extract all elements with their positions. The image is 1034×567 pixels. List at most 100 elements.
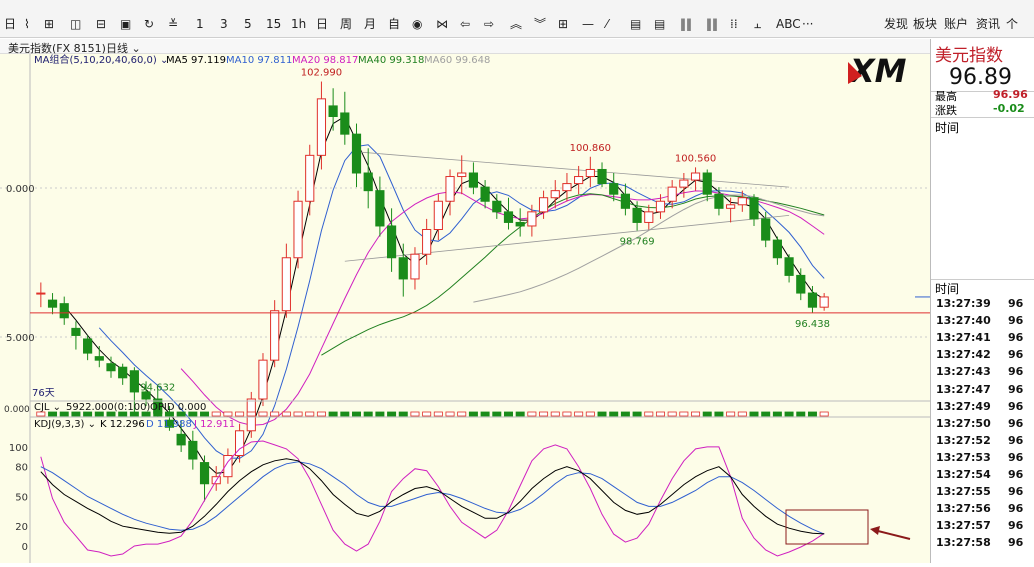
candle-body (644, 211, 654, 223)
candle-body (410, 253, 420, 280)
period-1h[interactable]: 1h (291, 17, 306, 31)
tick-time: 13:27:56 (936, 502, 991, 516)
toolbar-icon-1[interactable]: 日 (4, 17, 16, 31)
tick-value: 96 (1008, 331, 1024, 345)
chart-line-icon[interactable]: ⌇ (24, 17, 30, 31)
eye-icon[interactable]: ◉ (412, 17, 422, 31)
candle-body (305, 154, 315, 202)
volume-bar (188, 411, 198, 417)
menu-more[interactable]: 个 (1006, 17, 1018, 31)
candle-body (807, 292, 818, 308)
period-custom[interactable]: 自 (388, 17, 400, 31)
candle-body (106, 363, 116, 372)
tick-time: 13:27:39 (936, 297, 991, 310)
volume-bar (445, 411, 455, 417)
volume-bar (200, 411, 210, 417)
tick-value: 96 (1008, 382, 1024, 396)
period-3[interactable]: 3 (220, 17, 228, 31)
menu-sectors[interactable]: 板块 (913, 17, 937, 31)
arrow-left-icon[interactable]: ⇦ (460, 17, 470, 31)
arrow-right-icon[interactable]: ⇨ (484, 17, 494, 31)
chart-area[interactable]: 0.000 5.000 102.990 100.860 100.560 98.769 94.… (0, 52, 930, 563)
candle-body (667, 186, 677, 202)
menu-news[interactable]: 资讯 (976, 17, 1000, 31)
kdj-legend-name: KDJ(9,3,3) ⌄ (34, 419, 96, 430)
period-5[interactable]: 5 (244, 17, 252, 31)
candle-body (129, 370, 139, 393)
abc-button[interactable]: ABC (776, 17, 801, 31)
bars2-icon[interactable]: ‖‖ (706, 17, 718, 31)
candle-body (655, 200, 666, 213)
candle-body (36, 292, 46, 295)
candle-body (270, 310, 280, 361)
candle-body (94, 356, 104, 361)
box-icon[interactable]: ▤ (630, 17, 641, 31)
period-month[interactable]: 月 (364, 17, 376, 31)
kdj-tick: 0 (22, 542, 28, 553)
toolbar: 日 ⌇ ⊞ ◫ ⊟ ▣ ↻ ≚ 1 3 5 15 1h 日 周 月 自 ◉ ⋈ … (0, 0, 1034, 38)
tick-value: 96 (1008, 536, 1024, 550)
candle-body (737, 197, 747, 206)
tick-value: 96 (1008, 365, 1024, 379)
tick-value: 96 (1008, 297, 1024, 310)
chevron-up-icon[interactable]: ︽ (510, 17, 522, 31)
vol-legend-name: CJL ⌄ (34, 402, 61, 413)
more-button[interactable]: ··· (802, 17, 813, 31)
volume-icon[interactable]: ⫠ (754, 17, 761, 31)
volume-bar (772, 411, 782, 417)
candle-body (188, 440, 198, 460)
hline-icon[interactable]: — (582, 17, 594, 31)
tick-time: 13:27:52 (936, 433, 991, 447)
save-icon[interactable]: ▣ (120, 17, 131, 31)
period-1[interactable]: 1 (196, 17, 204, 31)
tick-value: 96 (1008, 433, 1024, 447)
vol-legend-value: 5922.000(0:100) (66, 402, 150, 413)
volume-bar (153, 411, 163, 417)
candle-body (714, 193, 724, 209)
bars-icon[interactable]: ‖‖ (680, 17, 692, 31)
menu-discover[interactable]: 发现 (884, 17, 908, 31)
period-week[interactable]: 周 (340, 17, 352, 31)
refresh-icon[interactable]: ↻ (144, 17, 154, 31)
toolbar-icon-5[interactable]: ⊟ (96, 17, 106, 31)
chevron-down-icon[interactable]: ︾ (534, 17, 546, 31)
ma-legend-group: MA组合(5,10,20,40,60,0) ⌄ (34, 54, 168, 66)
bars3-icon[interactable]: ⁞⁞ (730, 17, 738, 31)
candle-body (538, 197, 549, 213)
volume-bar (749, 411, 759, 417)
period-15[interactable]: 15 (266, 17, 281, 31)
volume-bar (375, 411, 385, 417)
chart-svg[interactable]: 0.000 5.000 102.990 100.860 100.560 98.769 94.… (0, 52, 930, 563)
tick-value: 96 (1008, 399, 1024, 413)
bowtie-icon[interactable]: ⋈ (436, 17, 448, 31)
kdj-legend-k: K 12.296 (100, 419, 145, 430)
volume-bar (176, 411, 186, 417)
volume-bar (784, 411, 794, 417)
volume-bar (737, 411, 747, 417)
volume-bar (714, 411, 724, 417)
menu-account[interactable]: 账户 (944, 17, 968, 31)
candle-body (328, 105, 338, 117)
tick-time: 13:27:42 (936, 348, 991, 362)
volume-bar (726, 411, 736, 417)
candle-body (176, 433, 186, 446)
candle-body (258, 359, 268, 400)
volume-bar (235, 411, 245, 417)
candle-body (632, 207, 642, 223)
toolbar-icon-3[interactable]: ⊞ (44, 17, 54, 31)
candle-body (679, 179, 689, 188)
grid-icon[interactable]: ⊞ (558, 17, 568, 31)
period-day[interactable]: 日 (316, 17, 328, 31)
draw-icon[interactable]: ≚ (168, 17, 178, 31)
volume-bar (281, 411, 291, 417)
box2-icon[interactable]: ▤ (654, 17, 665, 31)
toolbar-icon-4[interactable]: ◫ (70, 17, 81, 31)
volume-bar (691, 411, 701, 417)
volume-bar (585, 411, 595, 417)
volume-bar (796, 411, 806, 417)
slant-line-icon[interactable]: ⁄ (606, 17, 608, 31)
volume-bar (59, 411, 69, 417)
tick-header: 时间 (935, 282, 960, 296)
candle-body (386, 225, 397, 259)
highlight-box (785, 509, 869, 545)
